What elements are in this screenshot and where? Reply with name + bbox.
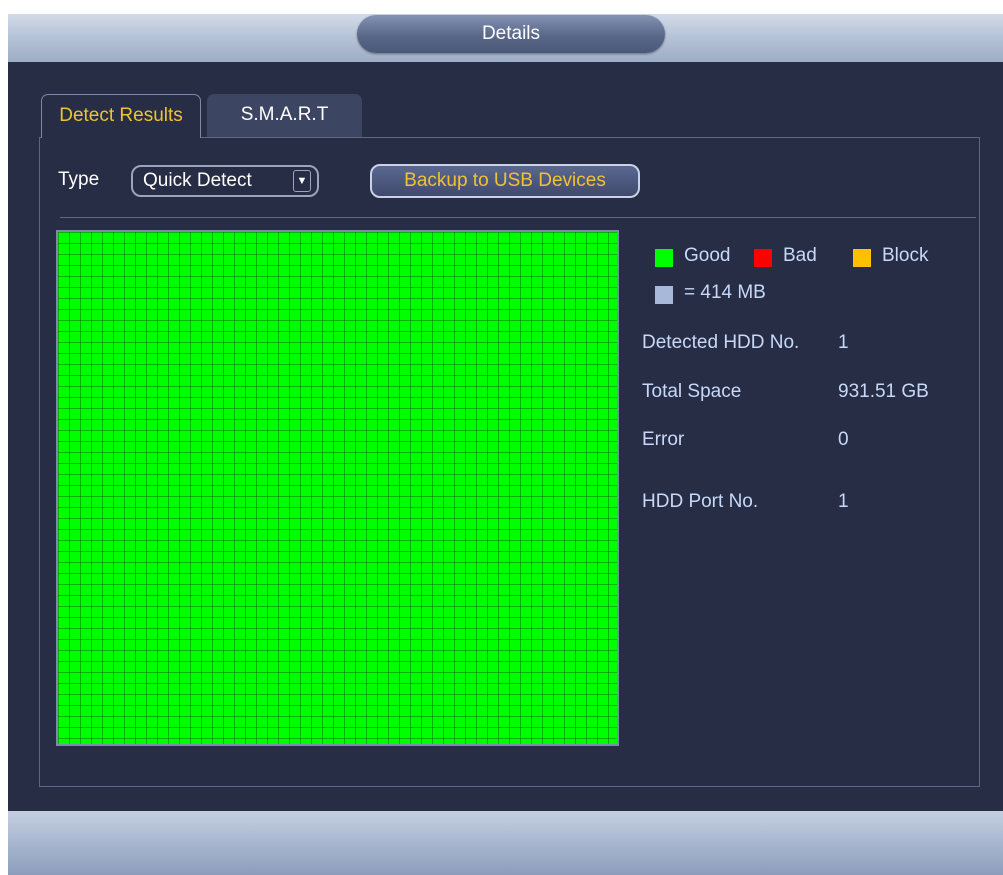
type-label: Type <box>58 169 100 190</box>
type-select[interactable]: Quick Detect ▼ <box>131 165 319 197</box>
error-value: 0 <box>838 429 849 450</box>
unit-swatch-icon <box>655 286 673 304</box>
sector-map-grid <box>56 230 619 746</box>
hdd-port-label: HDD Port No. <box>642 491 759 512</box>
legend-unit-label: = 414 MB <box>684 282 766 303</box>
detected-hdd-value: 1 <box>838 332 849 353</box>
divider <box>60 217 976 218</box>
details-window: Details Detect Results S.M.A.R.T Type Qu… <box>8 14 1003 875</box>
total-space-label: Total Space <box>642 381 742 402</box>
window-title: Details <box>357 15 665 53</box>
title-bar: Details <box>8 14 1003 62</box>
tab-smart[interactable]: S.M.A.R.T <box>207 94 362 138</box>
tab-detect-results[interactable]: Detect Results <box>41 94 201 138</box>
legend-block-label: Block <box>882 245 929 266</box>
chevron-down-icon[interactable]: ▼ <box>293 170 311 192</box>
legend-bad-label: Bad <box>783 245 817 266</box>
error-label: Error <box>642 429 685 450</box>
footer-bar <box>8 811 1003 875</box>
hdd-port-value: 1 <box>838 491 849 512</box>
detected-hdd-label: Detected HDD No. <box>642 332 800 353</box>
backup-to-usb-button[interactable]: Backup to USB Devices <box>370 164 640 198</box>
type-select-value: Quick Detect <box>143 170 252 191</box>
total-space-value: 931.51 GB <box>838 381 929 402</box>
good-swatch-icon <box>655 249 673 267</box>
bad-swatch-icon <box>754 249 772 267</box>
block-swatch-icon <box>853 249 871 267</box>
legend-good-label: Good <box>684 245 731 266</box>
